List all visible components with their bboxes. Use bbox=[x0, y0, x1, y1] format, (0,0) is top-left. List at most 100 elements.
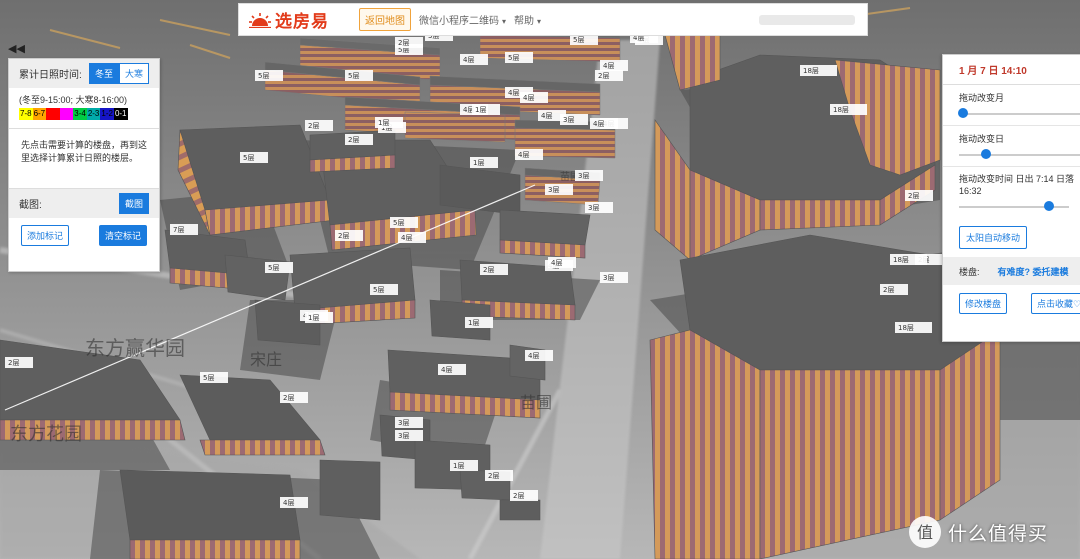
floor-label[interactable]: 5层 bbox=[243, 154, 254, 162]
legend-swatch: 3-4 bbox=[73, 108, 87, 120]
floor-label[interactable]: 3层 bbox=[578, 172, 589, 180]
winter-solstice-button[interactable]: 冬至 bbox=[88, 63, 119, 84]
sun-auto-move-button[interactable]: 太阳自动移动 bbox=[959, 226, 1028, 249]
3d-building-scene[interactable]: 东方赢华园 苗圃 宋庄 苗圃路 东方花园 5层3层5层5层5层4层5层4层5层2… bbox=[0, 0, 1080, 559]
floor-label[interactable]: 1层 bbox=[468, 319, 479, 327]
floor-label[interactable]: 7层 bbox=[173, 226, 184, 234]
floor-label[interactable]: 2层 bbox=[338, 232, 349, 240]
floor-label[interactable]: 2层 bbox=[398, 39, 409, 47]
time-range-text: (冬至9-15:00; 大寒8-16:00) bbox=[19, 95, 128, 105]
floor-label[interactable]: 2层 bbox=[8, 359, 19, 367]
commission-modeling-link[interactable]: 有难度? 委托建模 bbox=[998, 265, 1069, 278]
clear-marks-button[interactable]: 清空标记 bbox=[98, 225, 147, 246]
major-cold-button[interactable]: 大寒 bbox=[118, 63, 149, 84]
watermark: 值 什么值得买 bbox=[908, 515, 1048, 549]
floor-label[interactable]: 5层 bbox=[508, 54, 519, 62]
floor-label[interactable]: 4层 bbox=[508, 89, 519, 97]
floor-label[interactable]: 18层 bbox=[803, 67, 819, 75]
month-slider-label: 拖动改变月 bbox=[959, 93, 1005, 103]
floor-label[interactable]: 3层 bbox=[398, 432, 409, 440]
floor-label[interactable]: 4层 bbox=[593, 120, 604, 128]
floor-label[interactable]: 4层 bbox=[401, 234, 412, 242]
floor-label[interactable]: 1层 bbox=[308, 314, 319, 322]
day-slider[interactable] bbox=[959, 148, 1080, 162]
edit-building-button[interactable]: 修改楼盘 bbox=[959, 293, 1008, 314]
floor-label[interactable]: 5层 bbox=[203, 374, 214, 382]
floor-label[interactable]: 18层 bbox=[893, 256, 909, 264]
floor-label[interactable]: 4层 bbox=[518, 151, 529, 159]
floor-label[interactable]: 4层 bbox=[283, 499, 294, 507]
floor-label[interactable]: 2层 bbox=[348, 136, 359, 144]
add-mark-button[interactable]: 添加标记 bbox=[21, 225, 70, 246]
floor-label[interactable]: 5层 bbox=[393, 219, 404, 227]
legend-swatch: 2-3 bbox=[86, 108, 101, 120]
floor-label[interactable]: 1层 bbox=[473, 159, 484, 167]
building-actions: 修改楼盘 点击收藏♡ bbox=[943, 285, 1080, 314]
floor-label[interactable]: 2层 bbox=[598, 72, 609, 80]
floor-label[interactable]: 3层 bbox=[563, 116, 574, 124]
watermark-badge-text: 值 bbox=[917, 523, 933, 542]
solar-term-toggle: 冬至 大寒 bbox=[88, 63, 149, 84]
floor-label[interactable]: 1层 bbox=[453, 462, 464, 470]
logo-text: 选房易 bbox=[275, 12, 329, 31]
slider-thumb[interactable] bbox=[980, 149, 991, 159]
legend-swatch: 5-6 bbox=[46, 108, 60, 120]
floor-label[interactable]: 4层 bbox=[551, 259, 562, 267]
floor-label[interactable]: 5层 bbox=[258, 72, 269, 80]
mark-actions: 添加标记 清空标记 bbox=[9, 218, 159, 246]
floor-label[interactable]: 18层 bbox=[833, 106, 849, 114]
floor-label[interactable]: 2层 bbox=[283, 394, 294, 402]
caret-down-icon: ▾ bbox=[502, 17, 507, 26]
floor-label[interactable]: 1层 bbox=[378, 119, 389, 127]
floor-label[interactable]: 2层 bbox=[908, 192, 919, 200]
floor-label[interactable]: 2层 bbox=[488, 472, 499, 480]
collapse-panel-icon[interactable]: ◀◀ bbox=[8, 42, 25, 55]
floor-label[interactable]: 18层 bbox=[898, 324, 914, 332]
slider-track bbox=[959, 154, 1080, 156]
floor-label[interactable]: 2层 bbox=[483, 266, 494, 274]
legend-swatch: 0-1 bbox=[113, 108, 128, 120]
floor-label[interactable]: 4层 bbox=[523, 94, 534, 102]
favorite-button[interactable]: 点击收藏♡ bbox=[1031, 293, 1080, 314]
floor-label[interactable]: 2层 bbox=[308, 122, 319, 130]
building-header: 楼盘: 有难度? 委托建模 bbox=[943, 257, 1080, 285]
wechat-qr-menu[interactable]: 微信小程序二维码 ▾ bbox=[419, 12, 506, 27]
slider-thumb[interactable] bbox=[958, 108, 969, 118]
sun-logo-icon bbox=[249, 12, 271, 28]
screenshot-button[interactable]: 截图 bbox=[118, 193, 149, 214]
floor-label[interactable]: 1层 bbox=[475, 106, 486, 114]
legend-swatch: 1-2 bbox=[100, 108, 114, 120]
floor-label[interactable]: 5层 bbox=[373, 286, 384, 294]
floor-label[interactable]: 4层 bbox=[603, 62, 614, 70]
top-navbar: 选房易 返回地图 微信小程序二维码 ▾ 帮助 ▾ bbox=[238, 3, 868, 36]
slider-track bbox=[959, 113, 1080, 115]
logo[interactable]: 选房易 bbox=[249, 7, 329, 32]
floor-label[interactable]: 3层 bbox=[603, 274, 614, 282]
floor-label[interactable]: 5层 bbox=[573, 36, 584, 44]
sunlight-panel: 累计日照时间: 冬至 大寒 (冬至9-15:00; 大寒8-16:00) 7-8… bbox=[8, 58, 160, 272]
floor-label[interactable]: 2层 bbox=[883, 286, 894, 294]
legend-swatch: 4-5 bbox=[59, 108, 74, 120]
floor-label[interactable]: 4层 bbox=[463, 56, 474, 64]
current-date: 1 月 7 日 14:10 bbox=[943, 55, 1080, 85]
back-to-map-button[interactable]: 返回地图 bbox=[359, 8, 411, 31]
3d-map-viewport[interactable]: 东方赢华园 苗圃 宋庄 苗圃路 东方花园 5层3层5层5层5层4层5层4层5层2… bbox=[0, 0, 1080, 559]
month-slider[interactable] bbox=[958, 107, 1080, 121]
floor-label[interactable]: 3层 bbox=[588, 204, 599, 212]
floor-label[interactable]: 2层 bbox=[513, 492, 524, 500]
floor-label[interactable]: 3层 bbox=[548, 186, 559, 194]
floor-label[interactable]: 4层 bbox=[541, 112, 552, 120]
legend: (冬至9-15:00; 大寒8-16:00) 7-8 6-7 5-6 4-5 3-4 2-… bbox=[9, 88, 159, 120]
floor-label[interactable]: 5层 bbox=[268, 264, 279, 272]
floor-label[interactable]: 4层 bbox=[528, 352, 539, 360]
slider-thumb[interactable] bbox=[1043, 201, 1054, 211]
floor-label[interactable]: 5层 bbox=[348, 72, 359, 80]
floor-label[interactable]: 3层 bbox=[398, 419, 409, 427]
floor-label[interactable]: 4层 bbox=[441, 366, 452, 374]
time-slider[interactable] bbox=[959, 200, 1069, 214]
watermark-text: 什么值得买 bbox=[948, 523, 1049, 545]
map-label: 苗圃 bbox=[520, 394, 552, 412]
time-slider-block: 拖动改变时间 日出 7:14 日落 16:32 bbox=[943, 167, 1080, 214]
hint-text: 先点击需要计算的楼盘，再到这里选择计算累计日照的楼层。 bbox=[9, 128, 159, 188]
help-menu[interactable]: 帮助 ▾ bbox=[514, 12, 541, 27]
